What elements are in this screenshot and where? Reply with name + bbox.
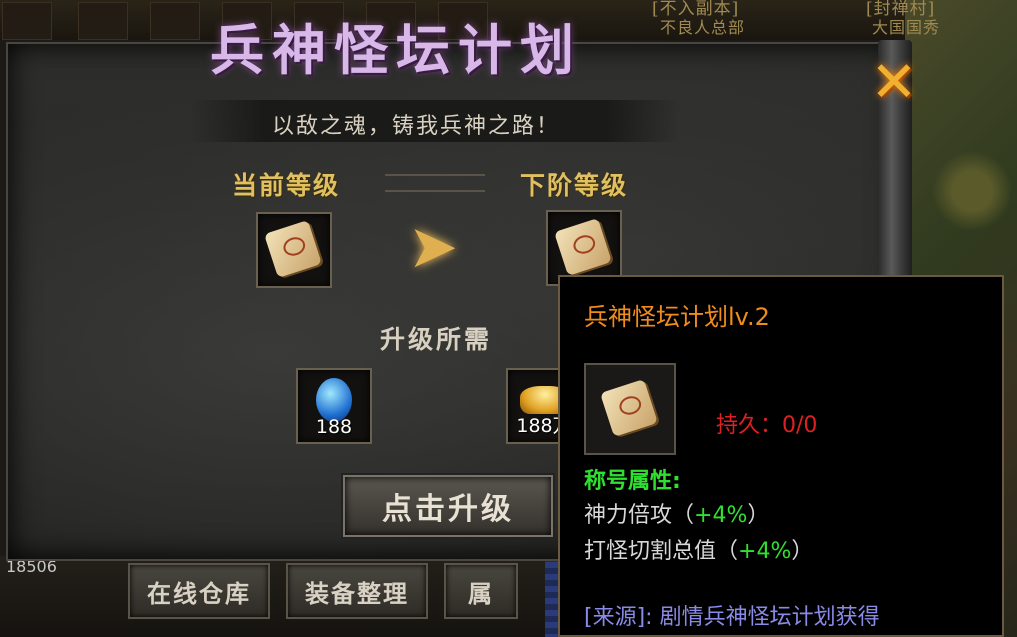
- panel-title: 兵神怪坛计划: [210, 18, 582, 82]
- arrow-right-icon: ➤: [407, 212, 459, 282]
- scroll-icon: [554, 218, 612, 276]
- attribute-bonus: +4%: [694, 503, 748, 528]
- durability-value: 0/0: [782, 413, 818, 438]
- attribute-close: ）: [791, 539, 814, 564]
- item-tooltip: 兵神怪坛计划lv.2 持久：0/0 称号属性: 神力倍攻（+4%） 打怪切割总值…: [558, 275, 1004, 637]
- attribute-line: 打怪切割总值（+4%）: [584, 533, 813, 565]
- online-storage-button[interactable]: 在线仓库: [128, 563, 270, 619]
- current-level-slot[interactable]: [256, 212, 332, 288]
- attribute-name: 打怪切割总值（: [584, 539, 739, 564]
- attributes-title: 称号属性:: [584, 469, 681, 494]
- attribute-bonus: +4%: [738, 539, 792, 564]
- attribute-close: ）: [747, 503, 770, 528]
- bag-slot[interactable]: [2, 2, 52, 40]
- scroll-icon: [600, 379, 658, 437]
- motto-text: 以敌之魂，铸我兵神之路！: [272, 114, 561, 139]
- attribute-name: 神力倍攻（: [584, 503, 695, 528]
- sort-equipment-button[interactable]: 装备整理: [286, 563, 428, 619]
- divider: [385, 174, 485, 192]
- tooltip-title: 兵神怪坛计划lv.2: [584, 303, 770, 331]
- tooltip-item-slot: [584, 363, 676, 455]
- close-icon[interactable]: ✕: [862, 50, 926, 115]
- bag-slot[interactable]: [150, 2, 200, 40]
- source-text: [来源]: 剧情兵神怪坛计划获得: [584, 605, 880, 630]
- map-sublabel-left: 不良人总部: [660, 18, 746, 37]
- requirement-slot-gem[interactable]: 188: [296, 368, 372, 444]
- attribute-line: 神力倍攻（+4%）: [584, 497, 769, 529]
- requirements-label: 升级所需: [380, 325, 493, 354]
- upgrade-button[interactable]: 点击升级: [343, 475, 553, 537]
- current-level-label: 当前等级: [232, 171, 341, 200]
- next-level-label: 下阶等级: [520, 171, 629, 200]
- durability: 持久：0/0: [716, 407, 817, 439]
- bag-slot[interactable]: [78, 2, 128, 40]
- map-sublabel-right: 大国国秀: [872, 18, 941, 37]
- attribute-button[interactable]: 属: [444, 563, 518, 619]
- durability-label: 持久：: [716, 413, 783, 438]
- requirement-quantity: 188: [315, 416, 353, 438]
- scroll-icon: [264, 220, 322, 278]
